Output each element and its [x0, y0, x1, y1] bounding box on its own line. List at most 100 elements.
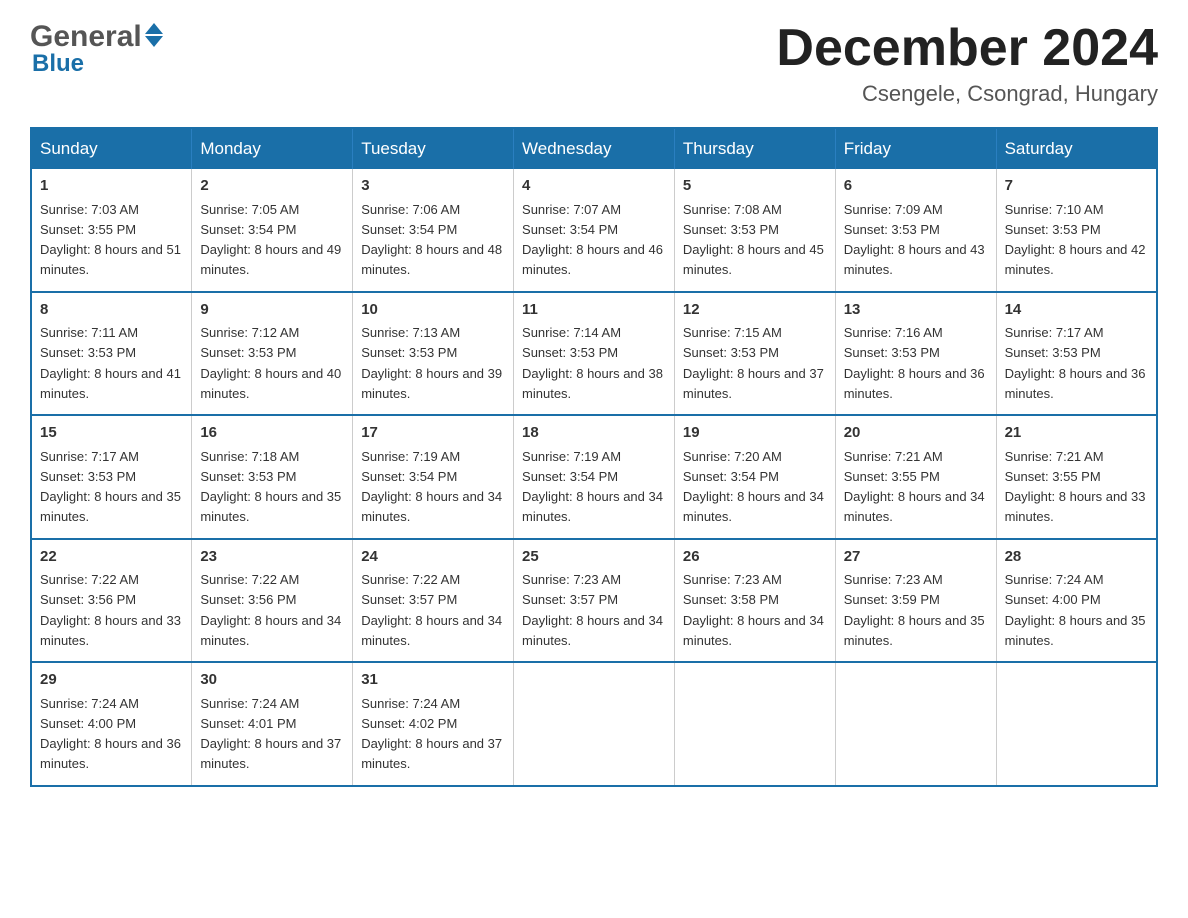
- sunset-info: Sunset: 3:55 PM: [1005, 469, 1101, 484]
- calendar-day-cell: 28 Sunrise: 7:24 AM Sunset: 4:00 PM Dayl…: [996, 539, 1157, 663]
- daylight-info: Daylight: 8 hours and 34 minutes.: [844, 489, 985, 524]
- calendar-week-row: 1 Sunrise: 7:03 AM Sunset: 3:55 PM Dayli…: [31, 169, 1157, 292]
- daylight-info: Daylight: 8 hours and 34 minutes.: [522, 613, 663, 648]
- daylight-info: Daylight: 8 hours and 34 minutes.: [361, 613, 502, 648]
- sunrise-info: Sunrise: 7:08 AM: [683, 202, 782, 217]
- sunrise-info: Sunrise: 7:21 AM: [1005, 449, 1104, 464]
- calendar-day-cell: 14 Sunrise: 7:17 AM Sunset: 3:53 PM Dayl…: [996, 292, 1157, 416]
- sunset-info: Sunset: 3:57 PM: [522, 592, 618, 607]
- sunrise-info: Sunrise: 7:05 AM: [200, 202, 299, 217]
- sunrise-info: Sunrise: 7:11 AM: [40, 325, 138, 340]
- sunset-info: Sunset: 3:53 PM: [200, 345, 296, 360]
- sunrise-info: Sunrise: 7:12 AM: [200, 325, 299, 340]
- day-number: 22: [40, 546, 183, 569]
- daylight-info: Daylight: 8 hours and 35 minutes.: [1005, 613, 1146, 648]
- day-number: 8: [40, 299, 183, 322]
- sunrise-info: Sunrise: 7:19 AM: [361, 449, 460, 464]
- calendar-week-row: 29 Sunrise: 7:24 AM Sunset: 4:00 PM Dayl…: [31, 662, 1157, 786]
- sunset-info: Sunset: 4:00 PM: [40, 716, 136, 731]
- sunrise-info: Sunrise: 7:22 AM: [200, 572, 299, 587]
- sunset-info: Sunset: 3:55 PM: [40, 222, 136, 237]
- calendar-day-cell: 4 Sunrise: 7:07 AM Sunset: 3:54 PM Dayli…: [514, 169, 675, 292]
- calendar-day-cell: 25 Sunrise: 7:23 AM Sunset: 3:57 PM Dayl…: [514, 539, 675, 663]
- logo-general-text: General: [30, 20, 142, 54]
- day-number: 27: [844, 546, 988, 569]
- calendar-day-cell: 11 Sunrise: 7:14 AM Sunset: 3:53 PM Dayl…: [514, 292, 675, 416]
- daylight-info: Daylight: 8 hours and 35 minutes.: [200, 489, 341, 524]
- day-number: 19: [683, 422, 827, 445]
- sunrise-info: Sunrise: 7:09 AM: [844, 202, 943, 217]
- daylight-info: Daylight: 8 hours and 34 minutes.: [683, 489, 824, 524]
- sunrise-info: Sunrise: 7:24 AM: [361, 696, 460, 711]
- day-number: 31: [361, 669, 505, 692]
- calendar-week-row: 15 Sunrise: 7:17 AM Sunset: 3:53 PM Dayl…: [31, 415, 1157, 539]
- daylight-info: Daylight: 8 hours and 34 minutes.: [361, 489, 502, 524]
- sunrise-info: Sunrise: 7:19 AM: [522, 449, 621, 464]
- calendar-day-cell: 3 Sunrise: 7:06 AM Sunset: 3:54 PM Dayli…: [353, 169, 514, 292]
- day-number: 7: [1005, 175, 1148, 198]
- daylight-info: Daylight: 8 hours and 49 minutes.: [200, 242, 341, 277]
- day-number: 20: [844, 422, 988, 445]
- sunrise-info: Sunrise: 7:03 AM: [40, 202, 139, 217]
- day-number: 14: [1005, 299, 1148, 322]
- calendar-day-cell: 20 Sunrise: 7:21 AM Sunset: 3:55 PM Dayl…: [835, 415, 996, 539]
- sunset-info: Sunset: 3:53 PM: [361, 345, 457, 360]
- daylight-info: Daylight: 8 hours and 37 minutes.: [683, 366, 824, 401]
- calendar-day-cell: 6 Sunrise: 7:09 AM Sunset: 3:53 PM Dayli…: [835, 169, 996, 292]
- daylight-info: Daylight: 8 hours and 36 minutes.: [40, 736, 181, 771]
- daylight-info: Daylight: 8 hours and 37 minutes.: [361, 736, 502, 771]
- day-number: 11: [522, 299, 666, 322]
- daylight-info: Daylight: 8 hours and 33 minutes.: [1005, 489, 1146, 524]
- daylight-info: Daylight: 8 hours and 48 minutes.: [361, 242, 502, 277]
- sunrise-info: Sunrise: 7:17 AM: [1005, 325, 1104, 340]
- logo-blue-text: Blue: [32, 50, 84, 77]
- day-number: 23: [200, 546, 344, 569]
- calendar-day-cell: 29 Sunrise: 7:24 AM Sunset: 4:00 PM Dayl…: [31, 662, 192, 786]
- daylight-info: Daylight: 8 hours and 40 minutes.: [200, 366, 341, 401]
- sunrise-info: Sunrise: 7:14 AM: [522, 325, 621, 340]
- sunrise-info: Sunrise: 7:17 AM: [40, 449, 139, 464]
- calendar-day-cell: 21 Sunrise: 7:21 AM Sunset: 3:55 PM Dayl…: [996, 415, 1157, 539]
- day-number: 28: [1005, 546, 1148, 569]
- sunset-info: Sunset: 3:53 PM: [683, 222, 779, 237]
- daylight-info: Daylight: 8 hours and 38 minutes.: [522, 366, 663, 401]
- day-number: 4: [522, 175, 666, 198]
- calendar-day-cell: 19 Sunrise: 7:20 AM Sunset: 3:54 PM Dayl…: [674, 415, 835, 539]
- location-text: Csengele, Csongrad, Hungary: [776, 81, 1158, 107]
- weekday-header-row: Sunday Monday Tuesday Wednesday Thursday…: [31, 128, 1157, 169]
- day-number: 26: [683, 546, 827, 569]
- sunrise-info: Sunrise: 7:07 AM: [522, 202, 621, 217]
- sunrise-info: Sunrise: 7:24 AM: [40, 696, 139, 711]
- day-number: 18: [522, 422, 666, 445]
- calendar-day-cell: 26 Sunrise: 7:23 AM Sunset: 3:58 PM Dayl…: [674, 539, 835, 663]
- calendar-day-cell: [835, 662, 996, 786]
- day-number: 24: [361, 546, 505, 569]
- daylight-info: Daylight: 8 hours and 35 minutes.: [844, 613, 985, 648]
- header-thursday: Thursday: [674, 128, 835, 169]
- calendar-day-cell: 1 Sunrise: 7:03 AM Sunset: 3:55 PM Dayli…: [31, 169, 192, 292]
- day-number: 30: [200, 669, 344, 692]
- day-number: 25: [522, 546, 666, 569]
- sunrise-info: Sunrise: 7:23 AM: [844, 572, 943, 587]
- calendar-day-cell: 24 Sunrise: 7:22 AM Sunset: 3:57 PM Dayl…: [353, 539, 514, 663]
- header-friday: Friday: [835, 128, 996, 169]
- calendar-week-row: 22 Sunrise: 7:22 AM Sunset: 3:56 PM Dayl…: [31, 539, 1157, 663]
- calendar-day-cell: 7 Sunrise: 7:10 AM Sunset: 3:53 PM Dayli…: [996, 169, 1157, 292]
- sunset-info: Sunset: 3:55 PM: [844, 469, 940, 484]
- day-number: 5: [683, 175, 827, 198]
- daylight-info: Daylight: 8 hours and 35 minutes.: [40, 489, 181, 524]
- day-number: 17: [361, 422, 505, 445]
- sunset-info: Sunset: 3:53 PM: [1005, 345, 1101, 360]
- calendar-day-cell: 27 Sunrise: 7:23 AM Sunset: 3:59 PM Dayl…: [835, 539, 996, 663]
- calendar-day-cell: 31 Sunrise: 7:24 AM Sunset: 4:02 PM Dayl…: [353, 662, 514, 786]
- calendar-day-cell: [514, 662, 675, 786]
- sunrise-info: Sunrise: 7:23 AM: [683, 572, 782, 587]
- day-number: 3: [361, 175, 505, 198]
- daylight-info: Daylight: 8 hours and 45 minutes.: [683, 242, 824, 277]
- sunset-info: Sunset: 3:54 PM: [683, 469, 779, 484]
- daylight-info: Daylight: 8 hours and 41 minutes.: [40, 366, 181, 401]
- calendar-day-cell: 9 Sunrise: 7:12 AM Sunset: 3:53 PM Dayli…: [192, 292, 353, 416]
- sunset-info: Sunset: 3:54 PM: [361, 469, 457, 484]
- calendar-day-cell: 5 Sunrise: 7:08 AM Sunset: 3:53 PM Dayli…: [674, 169, 835, 292]
- logo: General Blue: [30, 20, 166, 78]
